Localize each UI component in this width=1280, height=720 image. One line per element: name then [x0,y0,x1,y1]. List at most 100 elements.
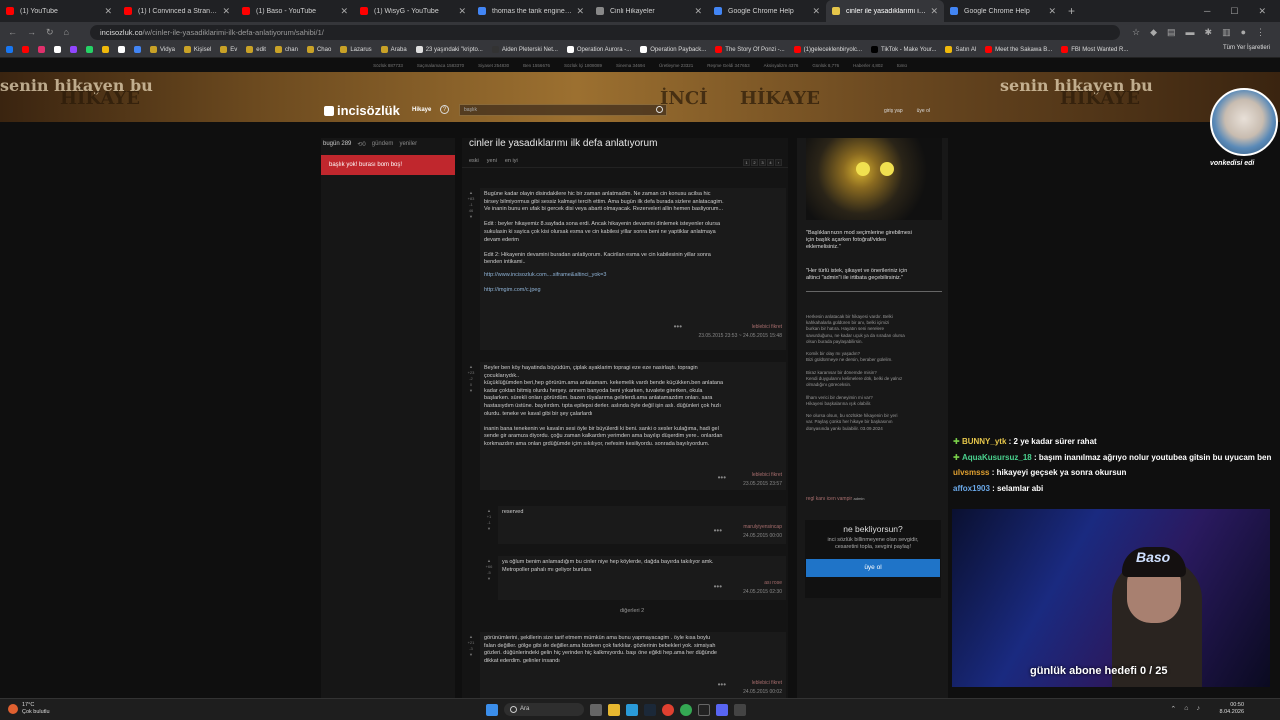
channel-link[interactable]: Haberler 4,802 [853,63,883,68]
bookmark-1[interactable] [22,46,29,53]
bookmark-15[interactable]: Lazarus [340,46,372,53]
tab-en-iyi[interactable]: en iyi [505,158,518,164]
address-bar[interactable]: incisozluk.co/w/cinler-ile-yasadiklarimi… [90,24,1120,40]
tab-yeni[interactable]: yeni [487,158,497,164]
bookmark-19[interactable]: Operation Aurora -... [566,46,631,53]
channel-link[interactable]: Aksisyalizm 4376 [764,63,799,68]
bookmark-21[interactable]: The Story Of Ponzi -... [715,46,785,53]
bookmark-14[interactable]: Chao [306,46,331,53]
tab-close-icon[interactable]: ✕ [458,6,466,17]
page-2[interactable]: 2 [751,159,758,166]
chrome-alt-icon[interactable] [680,703,692,716]
channel-link[interactable]: tümü [897,63,907,68]
today-link[interactable]: bugün 289 [323,141,351,147]
tab-3[interactable]: (1) WisyG - YouTube ✕ [354,0,472,22]
bookmark-9[interactable]: Vidya [150,46,175,53]
bookmark-13[interactable]: chan [274,46,298,53]
minimize-icon[interactable]: ─ [1204,6,1210,16]
home-icon[interactable]: ⌂ [64,27,69,38]
entry-date[interactable]: 23.05.2015 23:57 [743,481,782,488]
obs-icon[interactable] [698,703,710,716]
tab-close-icon[interactable]: ✕ [222,6,230,17]
app-icon[interactable] [734,703,746,716]
page-3[interactable]: 3 [759,159,766,166]
login-link[interactable]: giriş yap [884,108,903,114]
bookmark-11[interactable]: Ev [220,46,237,53]
more-icon[interactable]: ••• [674,322,682,331]
bookmark-2[interactable] [38,46,45,53]
signup-link[interactable]: üye ol [917,108,930,114]
bookmark-24[interactable]: Satın Al [945,46,976,53]
more-icon[interactable]: ••• [718,473,726,482]
steam-icon[interactable] [644,703,656,716]
page-next[interactable]: › [775,159,782,166]
volume-icon[interactable]: ♪ [1197,705,1201,713]
vote-widget[interactable]: ▲ +21 -3 ▼ [465,634,477,658]
bookmark-16[interactable]: Araba [380,46,407,53]
bookmark-25[interactable]: Meet the Sakawa B... [985,46,1052,53]
network-icon[interactable]: ⌂ [1184,705,1188,713]
page-title[interactable]: cinler ile yasadıklarımı ilk defa anlatı… [462,138,788,154]
new-tab-icon[interactable]: + [1068,4,1075,18]
tab-5[interactable]: Cinli Hikayeler ✕ [590,0,708,22]
discord-icon[interactable] [716,703,728,716]
channel-link[interactable]: Üretleyme 23321 [659,63,693,68]
gundem-link[interactable]: gündem [372,141,394,147]
bookmark-8[interactable] [134,46,141,53]
more-icon[interactable]: ••• [714,526,722,535]
section-link[interactable]: Hikaye [412,107,431,113]
back-icon[interactable]: ← [8,27,17,38]
extension-icon[interactable]: ◆ [1150,27,1157,38]
tab-0[interactable]: (1) YouTube ✕ [0,0,118,22]
close-icon[interactable]: ✕ [1258,6,1266,17]
profile-icon[interactable]: ● [1241,27,1246,38]
star-icon[interactable]: ☆ [1132,27,1140,38]
chat-username[interactable]: ulvsmsss [953,468,989,477]
signature-name[interactable]: regl kanı icen vampir [806,496,852,502]
tab-close-icon[interactable]: ✕ [576,6,584,17]
signup-button[interactable]: üye ol [806,559,940,577]
vote-widget[interactable]: ▲ +66 -5 ▼ [483,558,495,582]
tab-8[interactable]: Google Chrome Help ✕ [944,0,1062,22]
bookmark-22[interactable]: (1)geleceklenbiryolc... [793,46,862,53]
vote-widget[interactable]: ▲ +1 -1 ▼ [483,508,495,532]
bookmark-6[interactable] [102,46,109,53]
tab-2[interactable]: (1) Baso - YouTube ✕ [236,0,354,22]
bookmark-10[interactable]: Kişisel [183,46,211,53]
tab-close-icon[interactable]: ✕ [694,6,702,17]
entry-date[interactable]: 24.05.2015 00:02 [743,689,782,696]
channel-link[interactable]: Siyaset 254830 [478,63,509,68]
channel-link[interactable]: Günlük 8,776 [812,63,839,68]
flag-icon[interactable]: ▬ [1186,27,1195,38]
tray-up-icon[interactable]: ⌃ [1170,705,1176,713]
entry-author[interactable]: marulyiyensincap [743,524,782,531]
page-4[interactable]: 4 [767,159,774,166]
tab-1[interactable]: (1) I Convinced a Stranger to R✕ [118,0,236,22]
start-icon[interactable] [486,703,498,716]
channel-link[interactable]: Ben 1556676 [523,63,550,68]
channel-link[interactable]: Saçmalamaca 1583370 [417,63,464,68]
forward-icon[interactable]: → [27,27,36,38]
search-input[interactable]: başlık [459,104,667,116]
menu-icon[interactable]: ⋮ [1256,27,1265,38]
page-1[interactable]: 1 [743,159,750,166]
channel-link[interactable]: Sinema 34694 [616,63,645,68]
entry-date[interactable]: 24.05.2015 00:00 [743,533,782,540]
tab-close-icon[interactable]: ✕ [930,6,938,17]
bookmark-20[interactable]: Operation Payback... [640,46,706,53]
bookmark-12[interactable]: edit [246,46,266,53]
tab-close-icon[interactable]: ✕ [1048,6,1056,17]
tab-6[interactable]: Google Chrome Help ✕ [708,0,826,22]
bookmark-23[interactable]: TikTok - Make Your... [871,46,936,53]
entry-link[interactable]: http://imgim.com/c.jpeg [480,283,786,298]
bookmark-17[interactable]: 23 yaşındaki "kripto... [415,46,483,53]
refresh-count[interactable]: ⟲0 [357,141,365,148]
bookmark-7[interactable] [118,46,125,53]
taskview-icon[interactable] [590,703,602,716]
channel-link[interactable]: Sözlük İçi 1808089 [564,63,602,68]
search-icon[interactable] [656,106,663,113]
bookmark-5[interactable] [86,46,93,53]
vote-widget[interactable]: ▲ +23 -2 0 ▼ [465,364,477,394]
more-icon[interactable]: ••• [714,582,722,591]
entry-author[interactable]: leblebici fikret [743,472,782,479]
